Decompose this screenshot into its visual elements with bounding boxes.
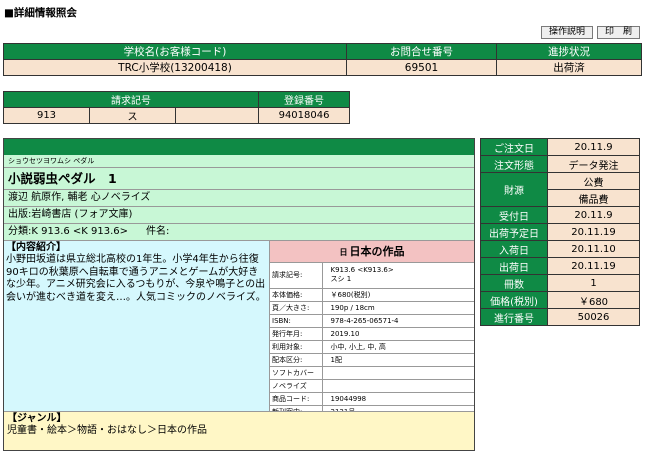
specs-box: 日日本の作品 請求記号: K913.6 <K913.6> スシ 1 本体価格: ￥… xyxy=(270,241,474,419)
registration-number-header: 登録番号 xyxy=(258,91,351,108)
spec-value xyxy=(322,379,474,393)
spec-label: 頁／大きさ: xyxy=(270,301,323,315)
order-value: 50026 xyxy=(547,308,640,326)
title-kana: ショウセツヨワムシ ペダル xyxy=(4,155,474,168)
order-label: 財源 xyxy=(480,172,548,207)
order-label: ご注文日 xyxy=(480,138,548,156)
spec-label: 配本区分: xyxy=(270,353,323,367)
order-value: 1 xyxy=(547,274,640,292)
school-header: 学校名(お客様コード) xyxy=(3,43,347,60)
book-classification: 分類:K 913.6 <K 913.6> xyxy=(8,226,129,237)
inquiry-number-value: 69501 xyxy=(346,59,497,76)
spec-value: ￥680(税別) xyxy=(322,288,474,302)
description-text: 小野田坂道は県立総北高校の1年生。小学4年生から往復90キロの秋葉原へ自転車で通… xyxy=(6,254,266,303)
order-value: 20.11.19 xyxy=(547,257,640,275)
order-label: 進行番号 xyxy=(480,308,548,326)
school-value: TRC小学校(13200418) xyxy=(3,59,347,76)
spec-table: 請求記号: K913.6 <K913.6> スシ 1 本体価格: ￥680(税別)… xyxy=(270,263,474,419)
spec-value: 190p / 18cm xyxy=(322,301,474,315)
call-number-part-1: 913 xyxy=(3,107,90,124)
help-button[interactable]: 操作説明 xyxy=(541,26,593,39)
genre-heading: 【ジャンル】 xyxy=(7,413,67,424)
spec-call-number: K913.6 <K913.6> xyxy=(330,266,394,275)
order-label: 注文形態 xyxy=(480,155,548,173)
spec-label: 発行年月: xyxy=(270,327,323,341)
order-label: 出荷日 xyxy=(480,257,548,275)
status-header: 進捗状況 xyxy=(496,43,642,60)
order-label: 入荷日 xyxy=(480,240,548,258)
call-number-header: 請求記号 xyxy=(2,91,260,108)
order-label: 冊数 xyxy=(480,274,548,292)
order-value-2: 備品費 xyxy=(547,189,640,207)
spec-value: 小中, 小上, 中, 高 xyxy=(322,340,474,354)
spec-label: 請求記号: xyxy=(270,263,323,289)
order-value: 20.11.9 xyxy=(547,138,640,156)
page-title: ■詳細情報照会 xyxy=(4,7,77,19)
school-table: 学校名(お客様コード) お問合せ番号 進捗状況 TRC小学校(13200418)… xyxy=(3,43,642,76)
book-author: 渡辺 航原作, 輔老 心ノベライズ xyxy=(4,190,474,207)
print-button[interactable]: 印 刷 xyxy=(597,26,640,39)
order-label: 出荷予定日 xyxy=(480,223,548,241)
book-title: 小説弱虫ペダル 1 xyxy=(4,168,474,190)
japanese-work-label: 日本の作品 xyxy=(349,245,405,258)
description-box: 【内容紹介】 小野田坂道は県立総北高校の1年生。小学4年生から往復90キロの秋葉… xyxy=(4,241,270,411)
order-value: 20.11.10 xyxy=(547,240,640,258)
call-number-part-3 xyxy=(174,107,260,124)
spec-value: K913.6 <K913.6> スシ 1 xyxy=(322,263,474,289)
description-heading: 【内容紹介】 xyxy=(6,242,66,253)
spec-value: 2019.10 xyxy=(322,327,474,341)
call-number-part-2: ス xyxy=(89,107,176,124)
spec-value: 19044998 xyxy=(322,392,474,406)
order-value: ￥680 xyxy=(547,291,640,309)
order-info-table: ご注文日 20.11.9 注文形態 データ発注 財源 公費 備品費 受付日 20.11.… xyxy=(480,138,640,326)
order-label: 価格(税別) xyxy=(480,291,548,309)
order-value: 20.11.19 xyxy=(547,223,640,241)
order-value: データ発注 xyxy=(547,155,640,173)
status-value: 出荷済 xyxy=(496,59,642,76)
genre-text: 児童書・絵本＞物語・おはなし＞日本の作品 xyxy=(7,425,207,436)
book-panel-header xyxy=(4,139,474,155)
book-publisher: 出版:岩崎書店 (フォア文庫) xyxy=(4,207,474,224)
book-detail-panel: ショウセツヨワムシ ペダル 小説弱虫ペダル 1 渡辺 航原作, 輔老 心ノベライ… xyxy=(3,138,475,451)
japanese-work-title: 日日本の作品 xyxy=(270,241,474,263)
order-value: 公費 xyxy=(547,172,640,190)
call-number-table: 請求記号 登録番号 913 ス 94018046 xyxy=(2,91,351,124)
spec-value xyxy=(322,366,474,380)
inquiry-number-header: お問合せ番号 xyxy=(346,43,497,60)
genre-box: 【ジャンル】 児童書・絵本＞物語・おはなし＞日本の作品 xyxy=(4,411,474,450)
spec-call-number-2: スシ 1 xyxy=(330,275,352,284)
spec-value: 978-4-265-06571-4 xyxy=(322,314,474,328)
spec-label: 商品コード: xyxy=(270,392,323,406)
classification-row: 分類:K 913.6 <K 913.6> 件名: xyxy=(4,224,474,241)
spec-label: ノベライズ xyxy=(270,379,323,393)
order-label: 受付日 xyxy=(480,206,548,224)
registration-number-value: 94018046 xyxy=(258,107,351,124)
spec-value: 1配 xyxy=(322,353,474,367)
spec-label: ISBN: xyxy=(270,314,323,328)
japan-mark-icon: 日 xyxy=(339,248,348,257)
spec-label: ソフトカバー xyxy=(270,366,323,380)
subject-label: 件名: xyxy=(146,226,170,237)
spec-label: 利用対象: xyxy=(270,340,323,354)
spec-label: 本体価格: xyxy=(270,288,323,302)
order-value: 20.11.9 xyxy=(547,206,640,224)
